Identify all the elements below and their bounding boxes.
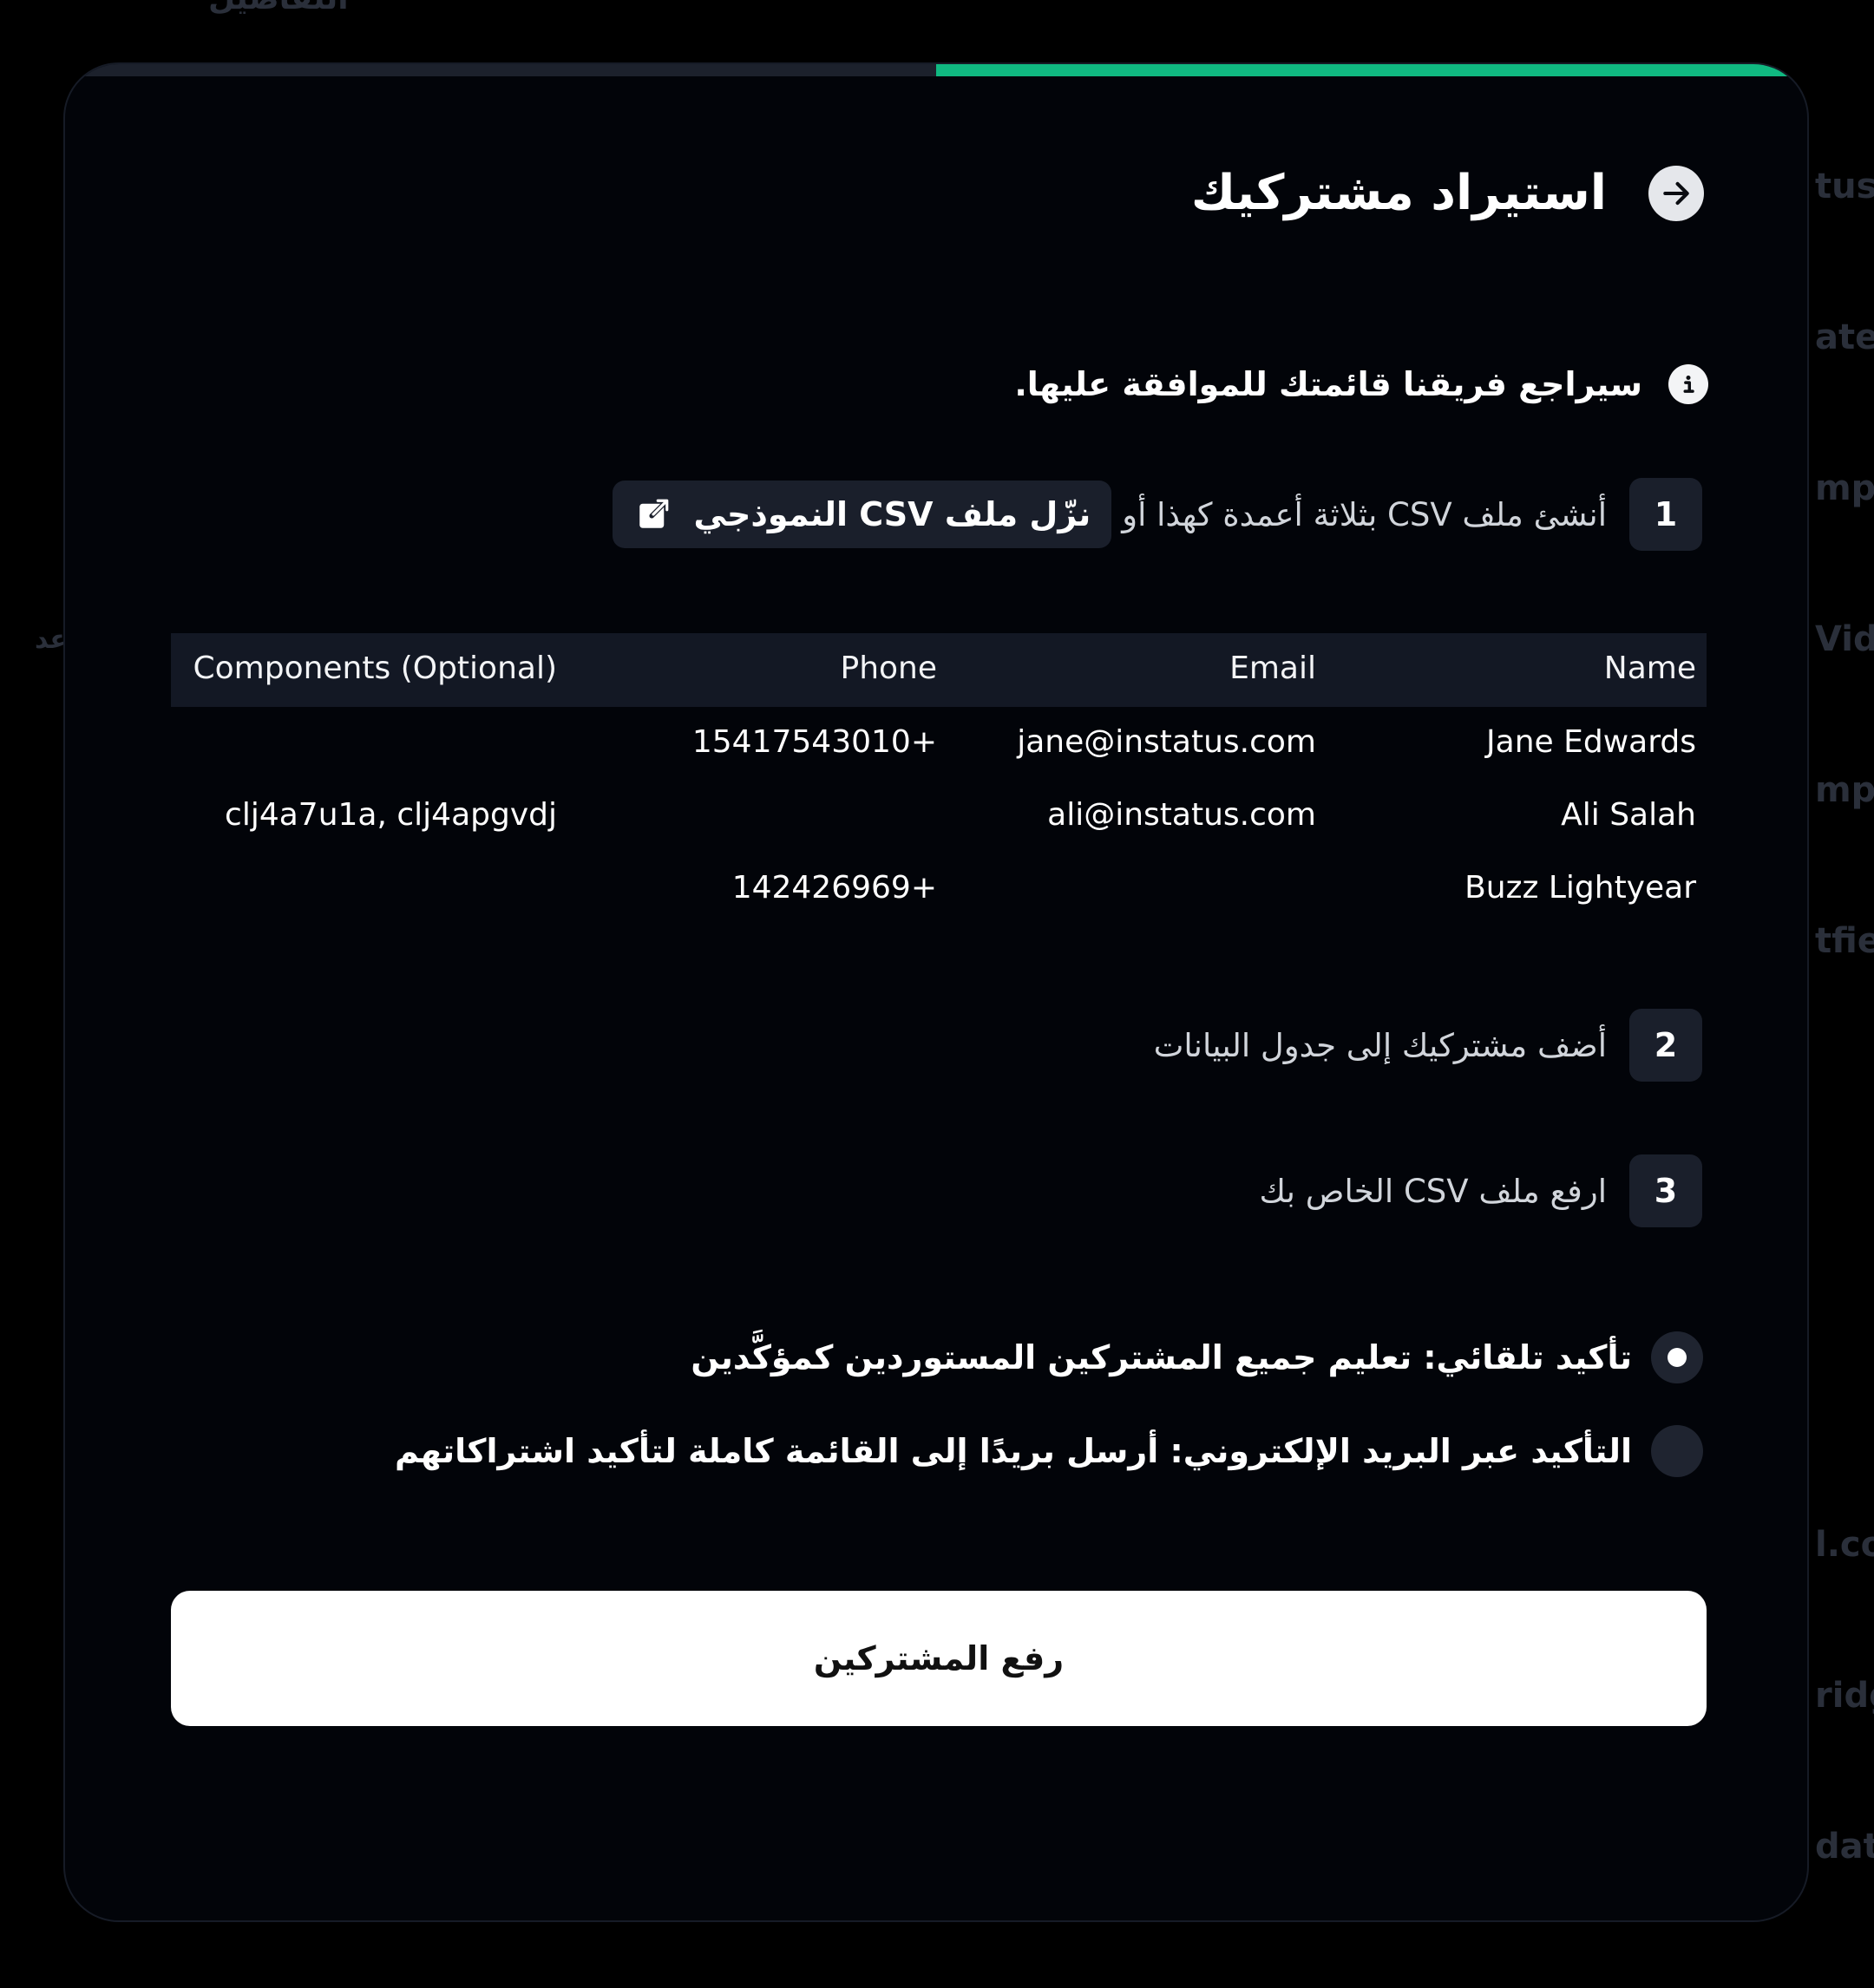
background-text: aten — [1815, 317, 1874, 357]
background-text: tus( — [1815, 167, 1874, 206]
column-header-phone: Phone — [840, 651, 937, 686]
table-row: Ali Salah ali@instatus.com clj4a7u1a, cl… — [171, 780, 1707, 853]
background-text: l.co — [1815, 1525, 1874, 1565]
info-icon — [1668, 364, 1708, 404]
option-label: تأكيد تلقائي: تعليم جميع المشتركين المست… — [691, 1338, 1632, 1377]
column-header-email: Email — [1229, 651, 1316, 686]
step-1: 1 أنشئ ملف CSV بثلاثة أعمدة كهذا أو نزّل… — [612, 478, 1702, 551]
upload-subscribers-button[interactable]: رفع المشتركين — [171, 1591, 1707, 1726]
background-text: date — [1815, 1827, 1874, 1867]
modal-title: استيراد مشتركيك — [1190, 165, 1607, 221]
option-label: التأكيد عبر البريد الإلكتروني: أرسل بريد… — [394, 1432, 1632, 1470]
background-text: mpl — [1815, 770, 1874, 810]
background-text: mpl — [1815, 468, 1874, 508]
background-text: Vid — [1815, 619, 1874, 659]
radio-dot — [1668, 1348, 1687, 1367]
cell-email: jane@instatus.com — [1017, 724, 1316, 760]
download-sample-csv-label: نزّل ملف CSV النموذجي — [693, 495, 1091, 533]
step-number: 2 — [1629, 1009, 1702, 1082]
review-note-text: سيراجع فريقنا قائمتك للموافقة عليها. — [1014, 365, 1642, 403]
cell-email: ali@instatus.com — [1047, 797, 1316, 833]
background-text: ridg — [1815, 1676, 1874, 1716]
step-3: 3 ارفع ملف CSV الخاص بك — [1259, 1154, 1702, 1227]
step-number: 1 — [1629, 478, 1702, 551]
import-subscribers-modal: استيراد مشتركيك سيراجع فريقنا قائمتك للم… — [63, 62, 1809, 1922]
background-text: التفاصيل — [208, 0, 349, 16]
progress-fill — [936, 64, 1807, 76]
external-link-icon — [639, 498, 670, 528]
cell-name: Ali Salah — [1561, 797, 1696, 833]
background-text: tfiel — [1815, 921, 1874, 961]
cell-phone: 142426969+ — [731, 870, 937, 906]
cell-components: clj4a7u1a, clj4apgvdj — [225, 797, 557, 833]
table-header: Name Email Phone Components (Optional) — [171, 633, 1707, 707]
progress-track — [65, 64, 1807, 76]
step-text: ارفع ملف CSV الخاص بك — [1259, 1172, 1607, 1210]
table-row: Jane Edwards jane@instatus.com 154175430… — [171, 707, 1707, 780]
radio-button[interactable] — [1651, 1425, 1703, 1477]
radio-button-selected[interactable] — [1651, 1331, 1703, 1383]
step-2: 2 أضف مشتركيك إلى جدول البيانات — [1154, 1009, 1702, 1082]
modal-header: استيراد مشتركيك — [1191, 165, 1704, 221]
step-text: أنشئ ملف CSV بثلاثة أعمدة كهذا أو — [1122, 495, 1607, 533]
step-number: 3 — [1629, 1154, 1702, 1227]
review-note: سيراجع فريقنا قائمتك للموافقة عليها. — [1014, 364, 1708, 404]
cell-phone: 15417543010+ — [691, 724, 937, 760]
download-sample-csv-button[interactable]: نزّل ملف CSV النموذجي — [612, 481, 1112, 548]
column-header-components: Components (Optional) — [193, 651, 557, 686]
step-text: أضف مشتركيك إلى جدول البيانات — [1153, 1026, 1607, 1064]
column-header-name: Name — [1603, 651, 1696, 686]
upload-subscribers-label: رفع المشتركين — [813, 1639, 1065, 1677]
table-row: Buzz Lightyear 142426969+ — [171, 853, 1707, 925]
back-button[interactable] — [1648, 165, 1704, 221]
option-auto-confirm[interactable]: تأكيد تلقائي: تعليم جميع المشتركين المست… — [691, 1331, 1703, 1383]
csv-example-table: Name Email Phone Components (Optional) J… — [171, 633, 1707, 980]
option-email-confirm[interactable]: التأكيد عبر البريد الإلكتروني: أرسل بريد… — [395, 1425, 1703, 1477]
cell-name: Buzz Lightyear — [1464, 870, 1696, 906]
arrow-right-icon — [1663, 181, 1689, 205]
cell-name: Jane Edwards — [1486, 724, 1696, 760]
